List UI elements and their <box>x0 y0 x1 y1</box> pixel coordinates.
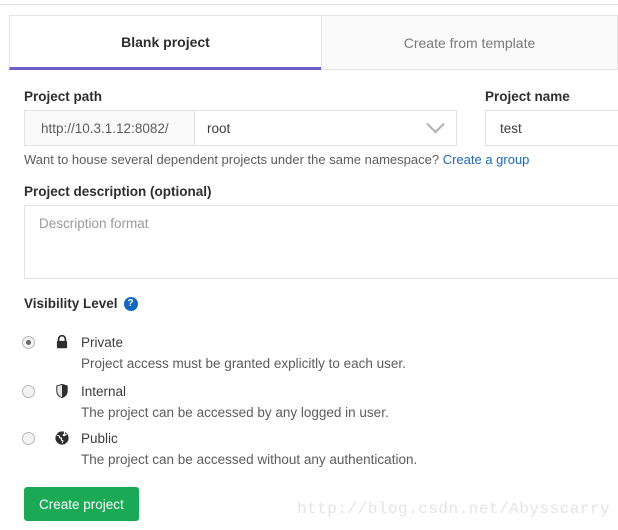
project-description-placeholder: Description format <box>39 216 149 231</box>
visibility-option-public[interactable]: Public The project can be accessed witho… <box>22 429 582 471</box>
project-name-value: test <box>500 120 522 136</box>
chevron-down-icon <box>426 114 445 133</box>
visibility-level-heading: Visibility Level ? <box>24 296 138 311</box>
tab-create-from-template[interactable]: Create from template <box>321 15 618 70</box>
visibility-private-description: Project access must be granted explicitl… <box>81 355 406 371</box>
project-name-label: Project name <box>485 89 570 104</box>
namespace-select[interactable]: root <box>194 110 457 146</box>
project-path-group: http://10.3.1.12:8082/ root <box>24 110 457 146</box>
visibility-option-private[interactable]: Private Project access must be granted e… <box>22 333 582 375</box>
visibility-internal-title: Internal <box>81 384 127 399</box>
project-path-prefix: http://10.3.1.12:8082/ <box>24 110 194 146</box>
visibility-internal-description: The project can be accessed by any logge… <box>81 404 389 420</box>
visibility-option-internal[interactable]: Internal The project can be accessed by … <box>22 382 582 424</box>
radio-private[interactable] <box>22 336 35 349</box>
visibility-public-description: The project can be accessed without any … <box>81 451 418 467</box>
project-name-input[interactable]: test <box>485 110 618 146</box>
create-a-group-link[interactable]: Create a group <box>443 152 530 167</box>
visibility-private-title: Private <box>81 335 124 350</box>
project-path-label: Project path <box>24 89 103 104</box>
tab-blank-project[interactable]: Blank project <box>9 15 321 70</box>
namespace-helper-label: Want to house several dependent projects… <box>24 152 440 167</box>
watermark-text: http://blog.csdn.net/Abysscarry <box>297 500 611 518</box>
namespace-helper-text: Want to house several dependent projects… <box>24 152 529 167</box>
tab-blank-project-label: Blank project <box>121 33 210 50</box>
shield-icon <box>53 382 71 400</box>
radio-public[interactable] <box>22 432 35 445</box>
radio-internal[interactable] <box>22 385 35 398</box>
create-project-button[interactable]: Create project <box>24 487 139 521</box>
lock-icon <box>53 333 71 351</box>
tab-create-from-template-label: Create from template <box>403 34 536 51</box>
globe-icon <box>53 429 71 447</box>
visibility-public-title: Public <box>81 431 118 446</box>
visibility-level-label: Visibility Level <box>24 296 118 311</box>
project-description-label: Project description (optional) <box>24 184 212 199</box>
project-type-tabs: Blank project Create from template <box>9 15 618 70</box>
top-divider <box>0 4 618 5</box>
project-description-textarea[interactable]: Description format <box>24 205 618 279</box>
namespace-select-value: root <box>207 120 231 136</box>
question-mark-help-icon[interactable]: ? <box>123 296 138 311</box>
